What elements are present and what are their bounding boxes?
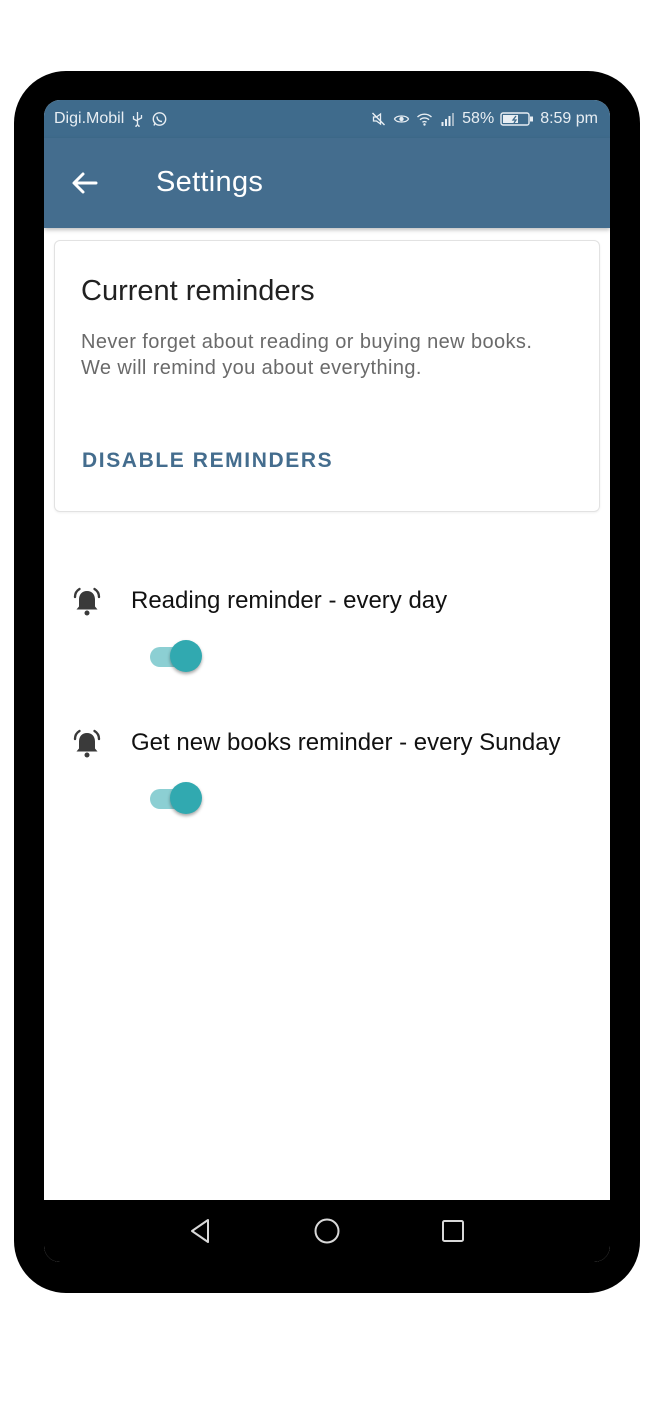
toggle-thumb: [170, 640, 202, 672]
app-bar: Settings: [44, 138, 610, 228]
card-title: Current reminders: [81, 275, 315, 307]
recents-square-icon: [442, 1220, 464, 1242]
new-books-reminder-toggle[interactable]: [148, 781, 204, 817]
home-circle-icon: [314, 1218, 340, 1244]
nav-back-button[interactable]: [186, 1216, 216, 1246]
whatsapp-icon: [152, 112, 167, 126]
status-bar: Digi.Mobil 58% 8:59 pm: [44, 100, 610, 138]
new-books-reminder-row: Get new books reminder - every Sunday: [44, 727, 610, 837]
card-description: Never forget about reading or buying new…: [81, 331, 533, 379]
nav-home-button[interactable]: [312, 1216, 342, 1246]
system-nav-bar: [44, 1200, 610, 1262]
back-button[interactable]: [68, 166, 102, 200]
new-books-reminder-label: Get new books reminder - every Sunday: [131, 729, 561, 756]
alarm-bell-icon: [73, 587, 101, 616]
disable-reminders-button[interactable]: DISABLE REMINDERS: [82, 449, 333, 473]
carrier-name: Digi.Mobil: [54, 110, 125, 127]
clock: 8:59 pm: [540, 110, 598, 127]
back-triangle-icon: [191, 1219, 209, 1243]
wifi-icon: [417, 113, 433, 126]
arrow-left-icon: [72, 172, 98, 194]
mute-icon: [372, 112, 386, 126]
app-screen: Digi.Mobil 58% 8:59 pm Settings Current …: [44, 100, 610, 1262]
reading-reminder-toggle[interactable]: [148, 639, 204, 675]
usb-icon: [133, 112, 143, 127]
reminders-card: Current reminders Never forget about rea…: [54, 240, 600, 512]
eye-comfort-icon: [393, 115, 410, 123]
toggle-thumb: [170, 782, 202, 814]
battery-percent: 58%: [462, 110, 495, 127]
reading-reminder-row: Reading reminder - every day: [44, 585, 610, 695]
cell-signal-icon: [441, 113, 455, 126]
reading-reminder-label: Reading reminder - every day: [131, 587, 448, 614]
alarm-bell-icon: [73, 729, 101, 758]
nav-recents-button[interactable]: [438, 1216, 468, 1246]
battery-icon: [500, 112, 534, 126]
page-title: Settings: [156, 166, 264, 198]
